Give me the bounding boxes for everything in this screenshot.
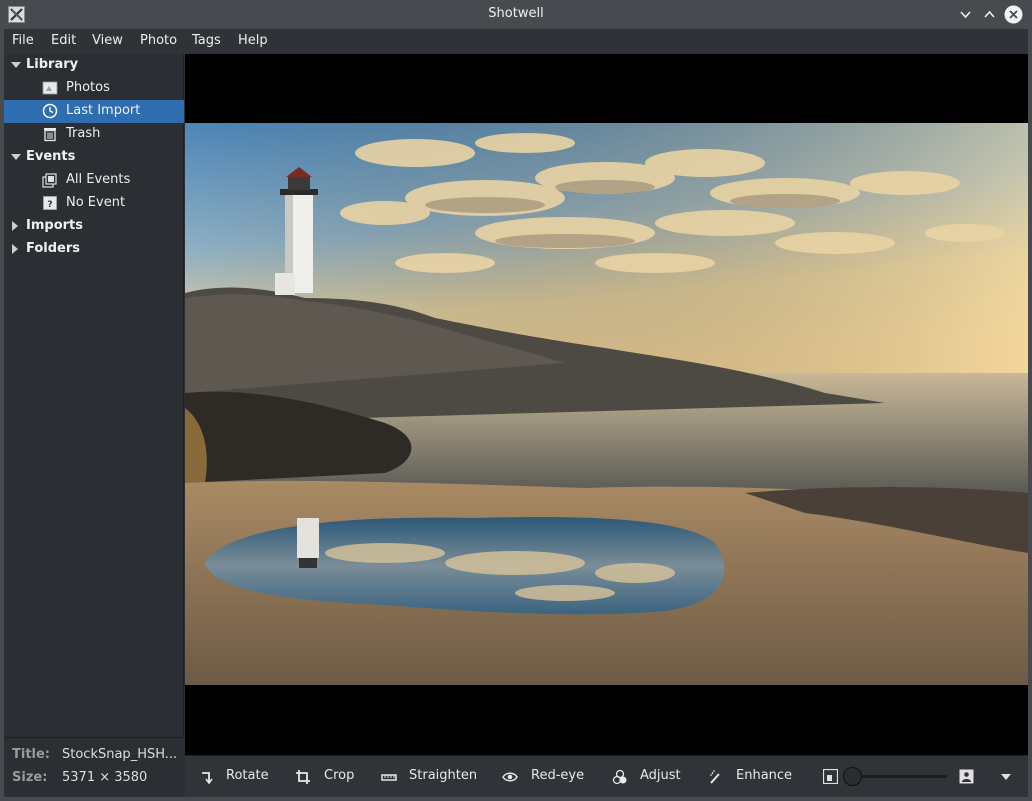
expander-right-icon[interactable] (12, 244, 18, 254)
sidebar-section-label: Library (26, 57, 79, 72)
menu-tags[interactable]: Tags (192, 33, 221, 48)
info-title-label: Title: (12, 747, 51, 762)
expander-right-icon[interactable] (12, 221, 18, 231)
edit-toolbar: Rotate Crop Straighten Red-eye Adjust En… (185, 755, 1028, 797)
no-event-icon: ? (42, 195, 58, 211)
window-frame-right (1028, 29, 1032, 801)
menu-help[interactable]: Help (238, 33, 268, 48)
sidebar-section-events[interactable]: Events (4, 146, 184, 169)
red-eye-button[interactable]: Red-eye (502, 756, 592, 798)
sidebar-section-label: Events (26, 149, 76, 164)
all-events-icon (42, 172, 58, 188)
straighten-label: Straighten (409, 768, 478, 783)
photos-icon (42, 80, 58, 96)
sidebar-section-folders[interactable]: Folders (4, 238, 184, 261)
adjust-label: Adjust (640, 768, 681, 783)
sidebar-item-label: No Event (66, 195, 126, 210)
sidebar-item-label: Photos (66, 80, 110, 95)
rotate-button[interactable]: Rotate (199, 756, 271, 798)
expander-down-icon[interactable] (11, 154, 21, 160)
zoom-out-icon[interactable] (823, 769, 838, 784)
title-bar[interactable]: Shotwell (0, 0, 1032, 29)
magic-wand-icon (708, 769, 724, 785)
close-icon[interactable] (1004, 5, 1023, 24)
sidebar-item-trash[interactable]: Trash (4, 123, 184, 146)
sidebar-item-label: All Events (66, 172, 131, 187)
svg-text:?: ? (47, 200, 52, 210)
sidebar-section-label: Folders (26, 241, 81, 256)
sidebar: Library Photos Last Import Trash Events … (4, 54, 184, 737)
minimize-icon[interactable] (956, 5, 975, 24)
straighten-button[interactable]: Straighten (381, 756, 481, 798)
crop-icon (295, 769, 311, 785)
sidebar-item-label: Trash (66, 126, 101, 141)
adjust-icon (612, 769, 628, 785)
sidebar-item-last-import[interactable]: Last Import (4, 100, 184, 123)
menu-edit[interactable]: Edit (51, 33, 76, 48)
sidebar-section-library[interactable]: Library (4, 54, 184, 77)
photo-viewer[interactable] (185, 54, 1028, 755)
eye-icon (502, 769, 518, 785)
trash-icon (42, 126, 58, 142)
crop-button[interactable]: Crop (295, 756, 357, 798)
straighten-icon (381, 769, 397, 785)
zoom-in-icon[interactable] (959, 769, 974, 784)
menu-photo[interactable]: Photo (140, 33, 177, 48)
red-eye-label: Red-eye (531, 768, 585, 783)
sidebar-section-label: Imports (26, 218, 83, 233)
enhance-label: Enhance (736, 768, 793, 783)
sidebar-item-label: Last Import (66, 103, 141, 118)
clock-icon (42, 103, 58, 119)
enhance-button[interactable]: Enhance (708, 756, 800, 798)
photo-image[interactable] (185, 123, 1028, 685)
info-size-value: 5371 × 3580 (62, 770, 148, 785)
zoom-slider[interactable] (851, 775, 947, 778)
menu-file[interactable]: File (12, 33, 34, 48)
info-size-label: Size: (12, 770, 48, 785)
rotate-label: Rotate (226, 768, 269, 783)
sidebar-item-no-event[interactable]: ? No Event (4, 192, 184, 215)
expander-down-icon[interactable] (11, 62, 21, 68)
rotate-icon (199, 769, 215, 785)
sidebar-item-photos[interactable]: Photos (4, 77, 184, 100)
menu-bar: File Edit View Photo Tags Help (4, 29, 1028, 54)
crop-label: Crop (324, 768, 355, 783)
window-title: Shotwell (488, 6, 544, 21)
info-title-value: StockSnap_HSH... (62, 747, 178, 762)
sidebar-section-imports[interactable]: Imports (4, 215, 184, 238)
maximize-icon[interactable] (980, 5, 999, 24)
adjust-button[interactable]: Adjust (612, 756, 692, 798)
chevron-down-icon[interactable] (1001, 774, 1011, 780)
info-pane: Title: StockSnap_HSH... Size: 5371 × 358… (4, 737, 184, 797)
zoom-slider-handle[interactable] (843, 767, 862, 786)
menu-view[interactable]: View (92, 33, 123, 48)
sidebar-item-all-events[interactable]: All Events (4, 169, 184, 192)
